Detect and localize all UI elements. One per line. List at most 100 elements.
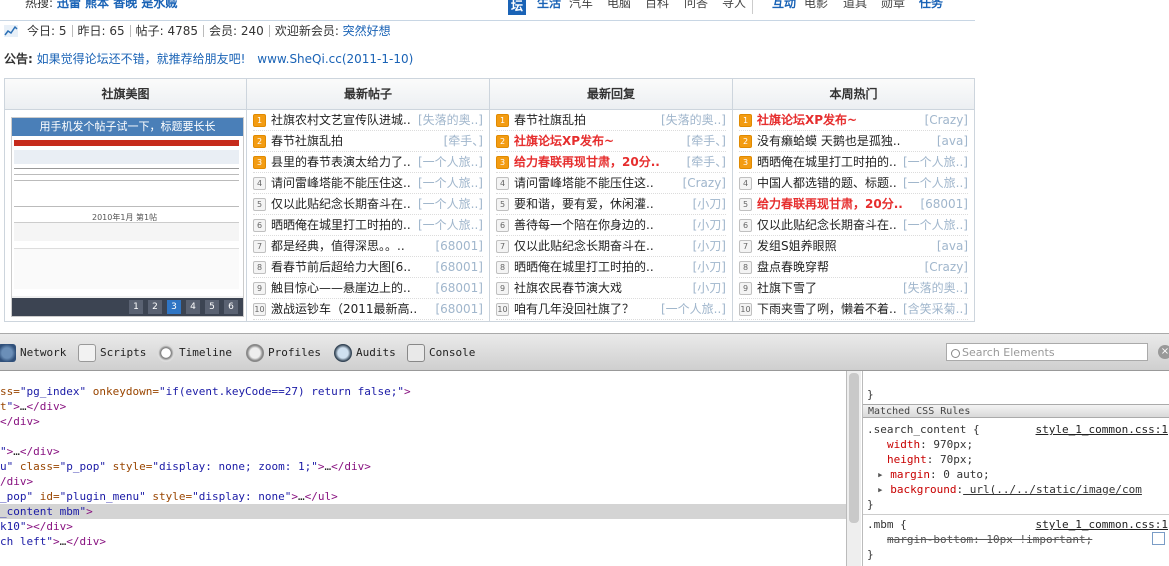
thread-title-link[interactable]: 仅以此贴纪念长期奋斗在.. xyxy=(757,218,897,232)
rule2-source-link[interactable]: style_1_common.css:1 xyxy=(1036,517,1168,532)
thread-title-link[interactable]: 县里的春节表演太给力了.. xyxy=(271,155,411,169)
thread-title-link[interactable]: 咱有几年没回社旗了？ xyxy=(514,302,634,316)
thread-author[interactable]: [一个人旅..] xyxy=(900,173,968,193)
cat-baike[interactable]: 百科 xyxy=(645,0,669,11)
list-item[interactable]: 3 县里的春节表演太给力了.. [一个人旅..] xyxy=(253,152,483,173)
dom-node-line[interactable]: k10"></div> xyxy=(0,519,73,534)
thread-title-link[interactable]: 下雨夹雪了咧，懒着不着.. xyxy=(757,302,897,316)
list-item[interactable]: 4 中国人都选错的题、标题.. [一个人旅..] xyxy=(739,173,968,194)
thread-title-link[interactable]: 仅以此贴纪念长期奋斗在.. xyxy=(271,197,411,211)
thread-title-link[interactable]: 善待每一个陪在你身边的.. xyxy=(514,218,654,232)
scrollbar-thumb[interactable] xyxy=(849,373,859,523)
dom-node-line[interactable]: _content mbm"> xyxy=(0,504,846,519)
thread-title-link[interactable]: 盘点春晚穿帮 xyxy=(757,260,829,274)
announcement-link[interactable]: 如果觉得论坛还不错，就推荐给朋友吧! xyxy=(37,52,246,66)
thread-title-link[interactable]: 没有癞蛤蟆 天鹅也是孤独.. xyxy=(757,134,900,148)
image-slider[interactable]: 用手机发个帖子试一下，标题要长长 2010年1月 第1帖 123456 xyxy=(11,117,244,317)
rule1-prop-margin[interactable]: ▸ margin: 0 auto; xyxy=(877,467,990,482)
list-item[interactable]: 10 下雨夹雪了咧，懒着不着.. [含笑采菊..] xyxy=(739,299,968,320)
site-url-link[interactable]: www.SheQi.cc(2011-1-10) xyxy=(257,52,413,66)
dom-scrollbar[interactable] xyxy=(846,371,861,566)
list-item[interactable]: 5 要和谐，要有爱，休闲灌.. [小刀] xyxy=(496,194,726,215)
list-item[interactable]: 10 激战运钞车（2011最新高.. [68001] xyxy=(253,299,483,320)
cat-diannao[interactable]: 电脑 xyxy=(607,0,631,11)
thread-author[interactable]: [失落的奥..] xyxy=(658,110,726,130)
thread-title-link[interactable]: 激战运钞车（2011最新高.. xyxy=(271,302,417,316)
cat-xunren[interactable]: 寻人 xyxy=(722,0,746,11)
rule1-prop-width[interactable]: width: 970px; xyxy=(887,437,973,452)
list-item[interactable]: 6 善待每一个陪在你身边的.. [小刀] xyxy=(496,215,726,236)
dom-node-line[interactable]: u" class="p_pop" style="display: none; z… xyxy=(0,459,371,474)
list-item[interactable]: 2 没有癞蛤蟆 天鹅也是孤独.. [ava] xyxy=(739,131,968,152)
thread-author[interactable]: [68001] xyxy=(432,257,483,277)
thread-author[interactable]: [牵手、] xyxy=(683,131,726,151)
thread-title-link[interactable]: 请问雷峰塔能不能压住这.. xyxy=(271,176,411,190)
list-item[interactable]: 10 咱有几年没回社旗了？ [一个人旅..] xyxy=(496,299,726,320)
list-item[interactable]: 7 发组S姐养眼照 [ava] xyxy=(739,236,968,257)
thread-title-link[interactable]: 请问雷峰塔能不能压住这.. xyxy=(514,176,654,190)
thread-title-link[interactable]: 社旗下雪了 xyxy=(757,281,817,295)
list-item[interactable]: 8 看春节前后超给力大图[6.. [68001] xyxy=(253,257,483,278)
dom-node-line[interactable]: ">…</div> xyxy=(0,444,60,459)
rule1-source-link[interactable]: style_1_common.css:1 xyxy=(1036,422,1168,437)
list-item[interactable]: 1 社旗农村文艺宣传队进城.. [失落的奥..] xyxy=(253,110,483,131)
matched-css-header[interactable]: Matched CSS Rules xyxy=(863,404,1169,418)
thread-title-link[interactable]: 社旗农民春节演大戏 xyxy=(514,281,622,295)
list-item[interactable]: 5 仅以此贴纪念长期奋斗在.. [一个人旅..] xyxy=(253,194,483,215)
thread-author[interactable]: [一个人旅..] xyxy=(900,215,968,235)
thread-title-link[interactable]: 晒晒俺在城里打工时拍的.. xyxy=(757,155,897,169)
list-item[interactable]: 5 给力春联再现甘肃，20分.. [68001] xyxy=(739,194,968,215)
thread-author[interactable]: [一个人旅..] xyxy=(415,152,483,172)
slide-image[interactable]: 用手机发个帖子试一下，标题要长长 2010年1月 第1帖 xyxy=(12,118,243,296)
thread-author[interactable]: [牵手、] xyxy=(683,152,726,172)
list-item[interactable]: 7 仅以此贴纪念长期奋斗在.. [小刀] xyxy=(496,236,726,257)
thread-title-link[interactable]: 触目惊心——悬崖边上的.. xyxy=(271,281,411,295)
list-item[interactable]: 3 晒晒俺在城里打工时拍的.. [一个人旅..] xyxy=(739,152,968,173)
tab-network[interactable]: Network xyxy=(0,344,66,362)
list-item[interactable]: 1 春节社旗乱拍 [失落的奥..] xyxy=(496,110,726,131)
dom-node-line[interactable]: </div> xyxy=(0,414,40,429)
close-icon[interactable]: × xyxy=(1158,345,1169,359)
cat-xunzhang[interactable]: 勋章 xyxy=(881,0,905,11)
thread-author[interactable]: [失落的奥..] xyxy=(415,110,483,130)
list-item[interactable]: 8 盘点春晚穿帮 [Crazy] xyxy=(739,257,968,278)
slider-page-button[interactable]: 6 xyxy=(224,300,238,314)
new-member-link[interactable]: 突然好想 xyxy=(343,24,391,38)
thread-author[interactable]: [Crazy] xyxy=(921,257,968,277)
prop-checkbox[interactable] xyxy=(1152,532,1165,545)
thread-title-link[interactable]: 春节社旗乱拍 xyxy=(271,134,343,148)
slider-page-button[interactable]: 3 xyxy=(167,300,181,314)
thread-title-link[interactable]: 要和谐，要有爱，休闲灌.. xyxy=(514,197,654,211)
thread-author[interactable]: [一个人旅..] xyxy=(415,173,483,193)
list-item[interactable]: 9 社旗下雪了 [失落的奥..] xyxy=(739,278,968,299)
thread-author[interactable]: [牵手、] xyxy=(440,131,483,151)
slider-page-button[interactable]: 5 xyxy=(205,300,219,314)
slider-page-button[interactable]: 4 xyxy=(186,300,200,314)
dom-node-line[interactable]: ss="pg_index" onkeydown="if(event.keyCod… xyxy=(0,384,411,399)
expand-triangle-icon[interactable]: ▸ xyxy=(877,468,890,481)
rule1-prop-background[interactable]: ▸ background: url(../../static/image/com xyxy=(877,482,1142,497)
dom-node-line[interactable] xyxy=(0,429,7,444)
dom-node-line[interactable]: /div> xyxy=(0,474,33,489)
thread-author[interactable]: [一个人旅..] xyxy=(415,215,483,235)
thread-author[interactable]: [失落的奥..] xyxy=(900,278,968,298)
list-item[interactable]: 8 晒晒俺在城里打工时拍的.. [小刀] xyxy=(496,257,726,278)
cat-qiche[interactable]: 汽车 xyxy=(569,0,593,11)
thread-author[interactable]: [一个人旅..] xyxy=(415,194,483,214)
thread-author[interactable]: [68001] xyxy=(432,299,483,319)
thread-title-link[interactable]: 晒晒俺在城里打工时拍的.. xyxy=(514,260,654,274)
hot-search-links[interactable]: 迅雷 熊本 香晚 是水贼 xyxy=(57,0,178,10)
thread-title-link[interactable]: 看春节前后超给力大图[6.. xyxy=(271,260,411,274)
thread-author[interactable]: [ava] xyxy=(933,131,968,151)
thread-title-link[interactable]: 晒晒俺在城里打工时拍的.. xyxy=(271,218,411,232)
thread-title-link[interactable]: 社旗论坛XP发布~ xyxy=(757,113,857,127)
thread-author[interactable]: [ava] xyxy=(933,236,968,256)
search-elements-input[interactable]: Search Elements xyxy=(946,343,1148,361)
thread-title-link[interactable]: 仅以此贴纪念长期奋斗在.. xyxy=(514,239,654,253)
list-item[interactable]: 9 社旗农民春节演大戏 [小刀] xyxy=(496,278,726,299)
cat-wenda[interactable]: 问答 xyxy=(684,0,708,11)
rule1-prop-height[interactable]: height: 70px; xyxy=(887,452,973,467)
cat-shenghuo[interactable]: 生活 xyxy=(537,0,561,11)
rule2-prop-overridden[interactable]: margin-bottom: 10px !important; xyxy=(887,532,1092,547)
thread-author[interactable]: [小刀] xyxy=(689,257,726,277)
